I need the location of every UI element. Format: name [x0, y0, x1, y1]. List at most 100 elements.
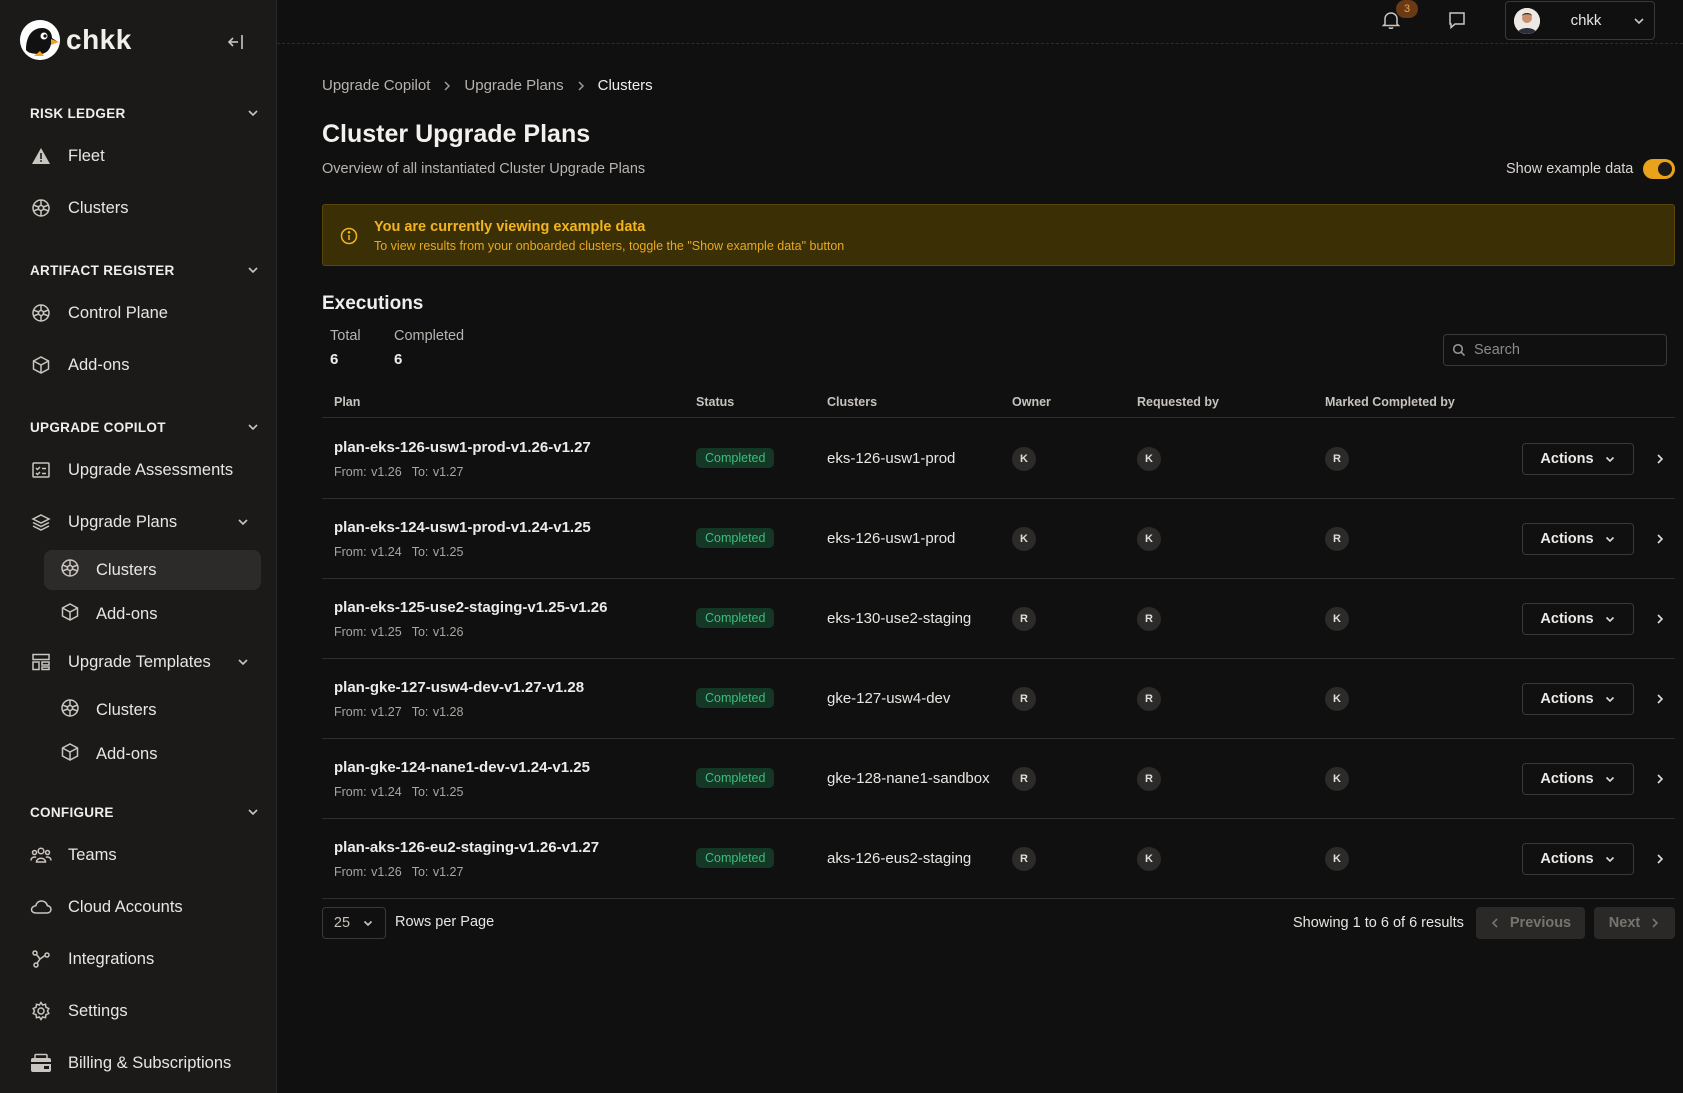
collapse-sidebar-icon[interactable]	[224, 30, 248, 54]
sidebar-item-integrations[interactable]: Integrations	[30, 941, 260, 977]
search-icon	[1452, 343, 1466, 357]
from-version: From: v1.24	[334, 545, 402, 559]
owner-avatar: R	[1012, 847, 1036, 871]
app-logo[interactable]: chkk	[20, 20, 132, 60]
chevron-down-icon	[248, 110, 258, 117]
sidebar-item-add-ons[interactable]: Add-ons	[30, 347, 260, 383]
chevron-down-icon	[248, 809, 258, 816]
sidebar-item-upgrade-assessments[interactable]: Upgrade Assessments	[30, 452, 260, 488]
chevron-right-icon[interactable]	[1650, 849, 1670, 869]
chevron-down-icon[interactable]	[236, 655, 250, 669]
chevron-right-icon[interactable]	[1650, 449, 1670, 469]
sidebar-subitem-templates-add-ons[interactable]: Add-ons	[44, 734, 261, 774]
next-label: Next	[1608, 915, 1641, 931]
plan-name[interactable]: plan-eks-124-usw1-prod-v1.24-v1.25	[334, 519, 591, 536]
sidebar-item-upgrade-plans[interactable]: Upgrade Plans	[30, 504, 260, 540]
status-badge: Completed	[696, 688, 775, 708]
status-badge: Completed	[696, 448, 775, 468]
alert-title: You are currently viewing example data	[374, 219, 646, 235]
sidebar-item-billing[interactable]: Billing & Subscriptions	[30, 1045, 260, 1081]
section-risk-ledger[interactable]: RISK LEDGER	[30, 103, 260, 123]
cube-icon	[60, 602, 80, 627]
plan-name[interactable]: plan-gke-124-nane1-dev-v1.24-v1.25	[334, 759, 590, 776]
sidebar-item-label: Clusters	[96, 560, 157, 579]
sidebar-item-cloud-accounts[interactable]: Cloud Accounts	[30, 889, 260, 925]
search-input[interactable]	[1474, 342, 1654, 358]
cluster-wheel-icon	[30, 302, 52, 324]
section-upgrade-copilot[interactable]: UPGRADE COPILOT	[30, 417, 260, 437]
actions-button[interactable]: Actions	[1522, 843, 1634, 875]
chevron-down-icon	[248, 424, 258, 431]
completed-value: 6	[394, 351, 403, 368]
sidebar-item-teams[interactable]: Teams	[30, 837, 260, 873]
table-row[interactable]: plan-eks-124-usw1-prod-v1.24-v1.25 From:…	[322, 499, 1675, 579]
actions-button[interactable]: Actions	[1522, 683, 1634, 715]
table-row[interactable]: plan-eks-125-use2-staging-v1.25-v1.26 Fr…	[322, 579, 1675, 659]
section-title: CONFIGURE	[30, 804, 114, 820]
actions-button[interactable]: Actions	[1522, 443, 1634, 475]
chat-icon[interactable]	[1446, 9, 1470, 33]
sidebar-item-settings[interactable]: Settings	[30, 993, 260, 1029]
to-version: To: v1.26	[411, 625, 464, 639]
chevron-down-icon	[1605, 856, 1614, 863]
actions-label: Actions	[1540, 451, 1594, 467]
actions-button[interactable]: Actions	[1522, 523, 1634, 555]
chevron-right-icon[interactable]	[1650, 689, 1670, 709]
sidebar-item-clusters[interactable]: Clusters	[30, 190, 260, 226]
actions-button[interactable]: Actions	[1522, 603, 1634, 635]
requested-by-avatar: K	[1137, 847, 1161, 871]
table-row[interactable]: plan-eks-126-usw1-prod-v1.26-v1.27 From:…	[322, 419, 1675, 499]
column-status: Status	[696, 395, 735, 409]
breadcrumb-upgrade-copilot[interactable]: Upgrade Copilot	[322, 77, 430, 94]
plan-name[interactable]: plan-eks-126-usw1-prod-v1.26-v1.27	[334, 439, 591, 456]
chevron-right-icon[interactable]	[1650, 609, 1670, 629]
status-badge: Completed	[696, 848, 775, 868]
page-subtitle: Overview of all instantiated Cluster Upg…	[322, 161, 646, 177]
from-version: From: v1.26	[334, 865, 402, 879]
actions-button[interactable]: Actions	[1522, 763, 1634, 795]
from-version: From: v1.25	[334, 625, 402, 639]
sidebar-item-label: Cloud Accounts	[68, 897, 183, 916]
sidebar-item-upgrade-templates[interactable]: Upgrade Templates	[30, 644, 260, 680]
table-row[interactable]: plan-gke-124-nane1-dev-v1.24-v1.25 From:…	[322, 739, 1675, 819]
template-grid-icon	[30, 651, 52, 673]
to-version: To: v1.27	[411, 465, 464, 479]
section-title: ARTIFACT REGISTER	[30, 262, 175, 278]
section-artifact-register[interactable]: ARTIFACT REGISTER	[30, 260, 260, 280]
breadcrumb-upgrade-plans[interactable]: Upgrade Plans	[464, 77, 563, 94]
from-version: From: v1.24	[334, 785, 402, 799]
toggle-label: Show example data	[1506, 161, 1634, 177]
notification-count-badge: 3	[1396, 0, 1418, 18]
from-version: From: v1.27	[334, 705, 402, 719]
next-button[interactable]: Next	[1594, 907, 1675, 939]
chevron-down-icon[interactable]	[236, 515, 250, 529]
completed-by-avatar: K	[1325, 607, 1349, 631]
sidebar-item-fleet[interactable]: Fleet	[30, 138, 260, 174]
sidebar-item-label: Fleet	[68, 146, 105, 165]
plan-name[interactable]: plan-eks-125-use2-staging-v1.25-v1.26	[334, 599, 607, 616]
sidebar-item-label: Teams	[68, 845, 117, 864]
sidebar-subitem-plans-add-ons[interactable]: Add-ons	[44, 594, 261, 634]
chevron-right-icon[interactable]	[1650, 769, 1670, 789]
previous-button[interactable]: Previous	[1476, 907, 1585, 939]
section-configure[interactable]: CONFIGURE	[30, 802, 260, 822]
chevron-right-icon[interactable]	[1650, 529, 1670, 549]
chevron-left-icon	[1491, 918, 1498, 928]
status-badge: Completed	[696, 608, 775, 628]
user-menu[interactable]: chkk	[1505, 1, 1655, 40]
requested-by-avatar: R	[1137, 607, 1161, 631]
plan-versions: From: v1.24 To: v1.25	[334, 545, 473, 559]
show-example-data-toggle[interactable]	[1643, 159, 1676, 179]
sidebar-item-control-plane[interactable]: Control Plane	[30, 295, 260, 331]
plan-name[interactable]: plan-aks-126-eu2-staging-v1.26-v1.27	[334, 839, 599, 856]
table-row[interactable]: plan-gke-127-usw4-dev-v1.27-v1.28 From: …	[322, 659, 1675, 739]
rows-per-page-select[interactable]: 25	[322, 907, 386, 939]
plan-name[interactable]: plan-gke-127-usw4-dev-v1.27-v1.28	[334, 679, 584, 696]
sidebar-subitem-templates-clusters[interactable]: Clusters	[44, 690, 261, 730]
breadcrumb-clusters: Clusters	[597, 77, 653, 94]
to-version: To: v1.28	[411, 705, 464, 719]
table-row[interactable]: plan-aks-126-eu2-staging-v1.26-v1.27 Fro…	[322, 819, 1675, 899]
search-box	[1443, 334, 1667, 366]
column-clusters: Clusters	[827, 395, 878, 409]
sidebar-subitem-plans-clusters[interactable]: Clusters	[44, 550, 261, 590]
